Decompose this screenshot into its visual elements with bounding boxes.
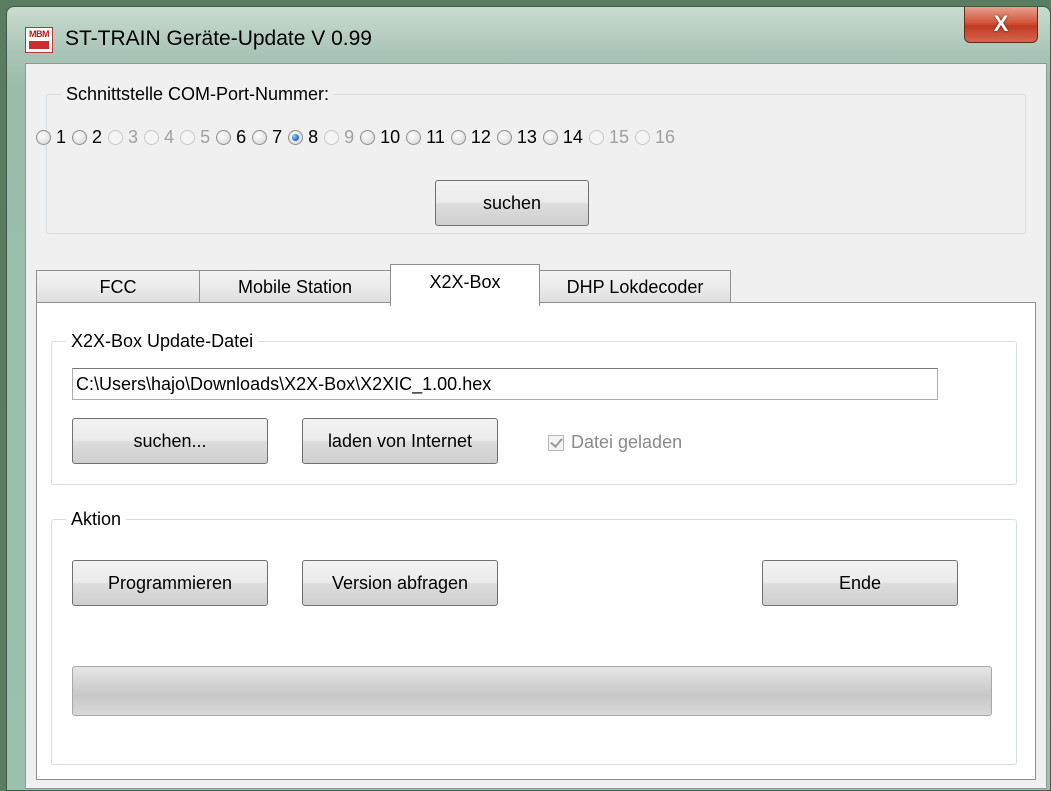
com-port-radio-13[interactable]: 13 — [496, 126, 537, 148]
com-port-radio-row: 1 2 3 4 5 6 7 8 9 10 11 12 13 14 15 16 — [36, 124, 681, 150]
query-version-button[interactable]: Version abfragen — [302, 560, 498, 606]
com-search-button[interactable]: suchen — [435, 180, 589, 226]
com-port-label: 14 — [562, 126, 583, 147]
tab-fcc[interactable]: FCC — [36, 270, 200, 304]
com-port-radio-15: 15 — [588, 126, 629, 148]
com-port-label: 16 — [654, 126, 676, 147]
com-port-radio-9: 9 — [324, 127, 354, 148]
com-port-label: 15 — [608, 126, 629, 147]
com-port-radio-7[interactable]: 7 — [252, 127, 282, 148]
com-port-label: 6 — [236, 126, 247, 147]
com-port-label: 1 — [56, 126, 67, 147]
com-port-legend: Schnittstelle COM-Port-Nummer: — [61, 83, 335, 105]
exit-button[interactable]: Ende — [762, 560, 958, 606]
com-port-radio-6[interactable]: 6 — [216, 127, 246, 148]
app-window: MBM ST-TRAIN Geräte-Update V 0.99 X Schn… — [6, 6, 1051, 791]
action-legend: Aktion — [66, 508, 127, 530]
radio-circle-icon — [542, 129, 558, 145]
tab-dhp-lokdecoder[interactable]: DHP Lokdecoder — [539, 270, 731, 304]
app-logo-bar — [29, 41, 49, 49]
com-port-radio-11[interactable]: 11 — [406, 127, 445, 148]
radio-circle-icon — [634, 129, 650, 145]
update-file-legend: X2X-Box Update-Datei — [66, 330, 259, 352]
radio-circle-icon — [588, 129, 604, 145]
browse-file-button[interactable]: suchen... — [72, 418, 268, 464]
app-logo-text: MBM — [29, 29, 50, 39]
radio-circle-icon — [324, 129, 340, 145]
tab-mobile-station[interactable]: Mobile Station — [199, 270, 391, 304]
radio-circle-icon — [180, 129, 196, 145]
radio-circle-icon — [496, 129, 512, 145]
app-logo-icon: MBM — [25, 27, 53, 53]
radio-circle-icon — [108, 129, 124, 145]
com-port-label: 4 — [164, 126, 175, 147]
radio-circle-icon — [406, 129, 422, 145]
com-port-label: 11 — [426, 126, 445, 147]
close-button[interactable]: X — [964, 7, 1038, 43]
radio-circle-icon — [216, 129, 232, 145]
com-port-label: 9 — [344, 126, 355, 147]
radio-circle-icon — [360, 129, 376, 145]
client-area: Schnittstelle COM-Port-Nummer: 123456789… — [25, 63, 1047, 789]
radio-circle-icon — [36, 129, 51, 145]
radio-circle-icon — [72, 129, 88, 145]
radio-circle-icon — [450, 129, 466, 145]
checkbox-check-icon — [548, 434, 564, 451]
action-group: Aktion Programmieren Version abfragen En… — [51, 508, 1017, 765]
com-port-label: 2 — [92, 126, 103, 147]
radio-circle-icon — [252, 129, 268, 145]
title-bar[interactable]: MBM ST-TRAIN Geräte-Update V 0.99 X — [7, 7, 1050, 63]
com-port-radio-12[interactable]: 12 — [450, 126, 491, 148]
com-port-label: 10 — [380, 126, 401, 147]
update-file-path-input[interactable]: C:\Users\hajo\Downloads\X2X-Box\X2XIC_1.… — [72, 368, 938, 400]
com-port-radio-10[interactable]: 10 — [360, 127, 400, 148]
com-port-label: 13 — [516, 126, 537, 147]
radio-circle-icon — [288, 129, 304, 145]
progress-bar — [72, 666, 992, 716]
com-port-radio-5: 5 — [180, 127, 210, 148]
radio-circle-icon — [144, 129, 160, 145]
x2x-box-panel: X2X-Box Update-Datei C:\Users\hajo\Downl… — [36, 302, 1036, 780]
file-loaded-checkbox[interactable]: Datei geladen — [548, 432, 682, 453]
file-loaded-label: Datei geladen — [571, 432, 683, 452]
com-port-label: 12 — [470, 126, 491, 147]
com-port-label: 8 — [308, 126, 319, 147]
window-title: ST-TRAIN Geräte-Update V 0.99 — [65, 27, 372, 50]
com-port-radio-8[interactable]: 8 — [288, 127, 318, 148]
com-port-radio-3: 3 — [108, 127, 138, 148]
download-internet-button[interactable]: laden von Internet — [302, 418, 498, 464]
com-port-radio-4: 4 — [144, 127, 174, 148]
com-port-label: 3 — [128, 126, 139, 147]
com-port-radio-16: 16 — [634, 126, 676, 148]
program-button[interactable]: Programmieren — [72, 560, 268, 606]
com-port-radio-14[interactable]: 14 — [542, 126, 583, 148]
com-port-radio-2[interactable]: 2 — [72, 127, 102, 148]
update-file-group: X2X-Box Update-Datei C:\Users\hajo\Downl… — [51, 330, 1017, 485]
tab-x2x-box[interactable]: X2X-Box — [390, 264, 540, 306]
com-port-radio-1[interactable]: 1 — [36, 127, 66, 148]
com-port-label: 7 — [272, 126, 283, 147]
com-port-label: 5 — [200, 126, 211, 147]
